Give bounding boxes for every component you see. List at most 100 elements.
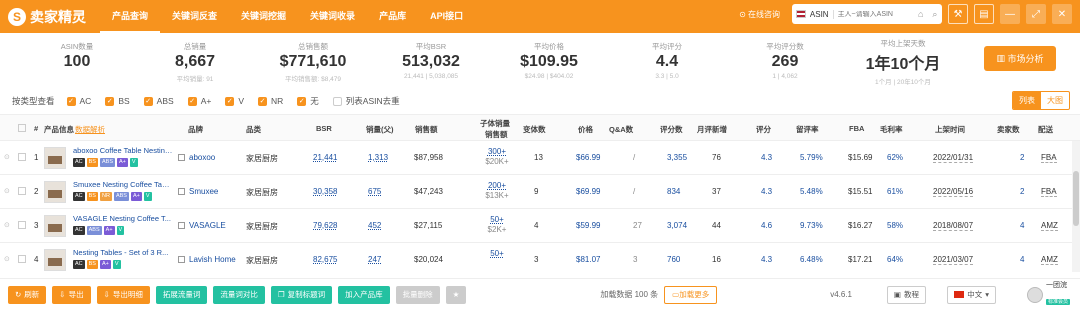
filter-option[interactable]: ✓ ABS: [143, 95, 174, 107]
load-more-button[interactable]: ▭ 加载更多: [664, 285, 718, 304]
column-header[interactable]: 销量(父): [366, 124, 394, 135]
column-header[interactable]: FBA: [849, 124, 864, 133]
column-header[interactable]: 销售额: [485, 129, 508, 140]
ratings-count-cell[interactable]: 3,074: [667, 221, 687, 230]
product-thumbnail[interactable]: [44, 249, 66, 271]
filter-option[interactable]: ✓ 无: [297, 95, 319, 107]
bsr-cell[interactable]: 30,358: [313, 187, 337, 196]
column-header[interactable]: 销售额: [415, 124, 438, 135]
ratings-count-cell[interactable]: 834: [667, 187, 680, 196]
child-sales[interactable]: 200+: [480, 181, 514, 191]
tutorial-button[interactable]: ▣ 教程: [886, 285, 926, 304]
product-title-link[interactable]: Nesting Tables - Set of 3 R...: [73, 248, 173, 257]
filter-option[interactable]: ✓ BS: [105, 95, 130, 107]
user-menu[interactable]: 一团浣 标准会员: [1026, 282, 1070, 308]
table-row[interactable]: ⊙ 3 VASAGLE Nesting Coffee T... AC ABS A+ V…: [0, 209, 1080, 243]
pin-icon[interactable]: ⊙: [4, 255, 10, 263]
product-title-link[interactable]: aboxoo Coffee Table Nesting...: [73, 146, 173, 155]
table-scrollbar[interactable]: [1072, 141, 1080, 272]
column-header[interactable]: 品类: [246, 124, 261, 135]
bsr-cell[interactable]: 79,628: [313, 221, 337, 230]
minimize-icon[interactable]: —: [1000, 4, 1020, 24]
brand-cell[interactable]: VASAGLE: [178, 221, 226, 230]
ratings-count-cell[interactable]: 760: [667, 255, 680, 264]
filter-option[interactable]: ✓ A+: [187, 95, 211, 107]
table-row[interactable]: ⊙ 1 aboxoo Coffee Table Nesting... AC BS A…: [0, 141, 1080, 175]
batch-delete-button[interactable]: 批量删除: [395, 285, 440, 304]
asin-search-input[interactable]: [833, 10, 914, 18]
dedupe-checkbox[interactable]: 列表ASIN去重: [332, 95, 400, 107]
sellers-cell[interactable]: 4: [1020, 255, 1024, 264]
copy-title-button[interactable]: ❐ 复制标题词: [270, 285, 333, 304]
close-icon[interactable]: ✕: [1052, 4, 1072, 24]
search-icon[interactable]: ⌕: [928, 4, 942, 24]
sellers-cell[interactable]: 2: [1020, 187, 1024, 196]
bsr-cell[interactable]: 21,441: [313, 153, 337, 162]
pin-icon[interactable]: ⊙: [4, 153, 10, 161]
child-sales[interactable]: 50+: [480, 215, 514, 225]
table-row[interactable]: ⊙ 2 Smuxee Nesting Coffee Table... AC BS N…: [0, 175, 1080, 209]
tools-icon[interactable]: ⚒: [948, 4, 968, 24]
column-header[interactable]: 子体销量: [480, 118, 510, 129]
column-header[interactable]: #: [34, 124, 38, 133]
sellers-cell[interactable]: 4: [1020, 221, 1024, 230]
nav-keyword-mining[interactable]: 关键词挖掘: [229, 0, 298, 33]
scrollbar-thumb[interactable]: [1073, 171, 1079, 226]
table-row[interactable]: ⊙ 4 Nesting Tables - Set of 3 R... AC BS A…: [0, 243, 1080, 272]
column-header[interactable]: 评分数: [660, 124, 683, 135]
export-detail-button[interactable]: ⇩ 导出明细: [96, 285, 150, 304]
export-button[interactable]: ⇩ 导出: [52, 285, 91, 304]
row-checkbox[interactable]: [18, 153, 26, 161]
column-header[interactable]: 毛利率: [880, 124, 903, 135]
column-header[interactable]: 卖家数: [997, 124, 1020, 135]
language-select[interactable]: 中文 ▾: [947, 285, 996, 304]
nav-keyword-reverse[interactable]: 关键词反查: [160, 0, 229, 33]
brand-cell[interactable]: Lavish Home: [178, 255, 236, 264]
nav-keyword-index[interactable]: 关键词收录: [298, 0, 367, 33]
column-header[interactable]: 评分: [756, 124, 771, 135]
product-title-link[interactable]: Smuxee Nesting Coffee Table...: [73, 180, 173, 189]
filter-option[interactable]: ✓ V: [225, 95, 244, 107]
row-checkbox[interactable]: [18, 255, 26, 263]
nav-product-library[interactable]: 产品库: [367, 0, 418, 33]
row-checkbox[interactable]: [18, 187, 26, 195]
sales-cell[interactable]: 1,313: [368, 153, 388, 162]
nav-api[interactable]: API接口: [418, 0, 475, 33]
column-header[interactable]: 价格: [578, 124, 593, 135]
list-view-button[interactable]: 列表: [1013, 92, 1041, 109]
product-thumbnail[interactable]: [44, 147, 66, 169]
sales-cell[interactable]: 247: [368, 255, 381, 264]
market-analysis-button[interactable]: ▥ 市场分析: [984, 46, 1056, 71]
ratings-count-cell[interactable]: 3,355: [667, 153, 687, 162]
column-header[interactable]: 产品信息: [44, 124, 74, 135]
product-thumbnail[interactable]: [44, 181, 66, 203]
column-header[interactable]: Q&A数: [609, 124, 633, 135]
data-analysis-link[interactable]: 数据解析: [75, 124, 105, 135]
pin-icon[interactable]: ⊙: [4, 221, 10, 229]
column-header[interactable]: BSR: [316, 124, 332, 133]
brand-cell[interactable]: Smuxee: [178, 187, 218, 196]
column-header[interactable]: 变体数: [523, 124, 546, 135]
filter-option[interactable]: ✓ AC: [66, 95, 91, 107]
home-icon[interactable]: ⌂: [914, 4, 928, 24]
brand-cell[interactable]: aboxoo: [178, 153, 215, 162]
product-thumbnail[interactable]: [44, 215, 66, 237]
column-header[interactable]: 品牌: [188, 124, 203, 135]
child-sales[interactable]: 300+: [480, 147, 514, 157]
sellers-cell[interactable]: 2: [1020, 153, 1024, 162]
nav-product-query[interactable]: 产品查询: [100, 0, 161, 33]
dashboard-icon[interactable]: ▤: [974, 4, 994, 24]
column-header[interactable]: 留评率: [796, 124, 819, 135]
sales-cell[interactable]: 452: [368, 221, 381, 230]
add-to-library-button[interactable]: 加入产品库: [338, 285, 390, 304]
column-header[interactable]: 配送: [1038, 124, 1053, 135]
child-sales[interactable]: 50+: [480, 249, 514, 259]
refresh-button[interactable]: ↻ 刷新: [8, 285, 47, 304]
expand-keywords-button[interactable]: 拓展流量词: [155, 285, 208, 304]
select-all-checkbox[interactable]: [18, 124, 26, 132]
sales-cell[interactable]: 675: [368, 187, 381, 196]
site-select[interactable]: ASIN: [806, 9, 834, 19]
column-header[interactable]: 上架时间: [935, 124, 965, 135]
bsr-cell[interactable]: 82,675: [313, 255, 337, 264]
pin-icon[interactable]: ⊙: [4, 187, 10, 195]
